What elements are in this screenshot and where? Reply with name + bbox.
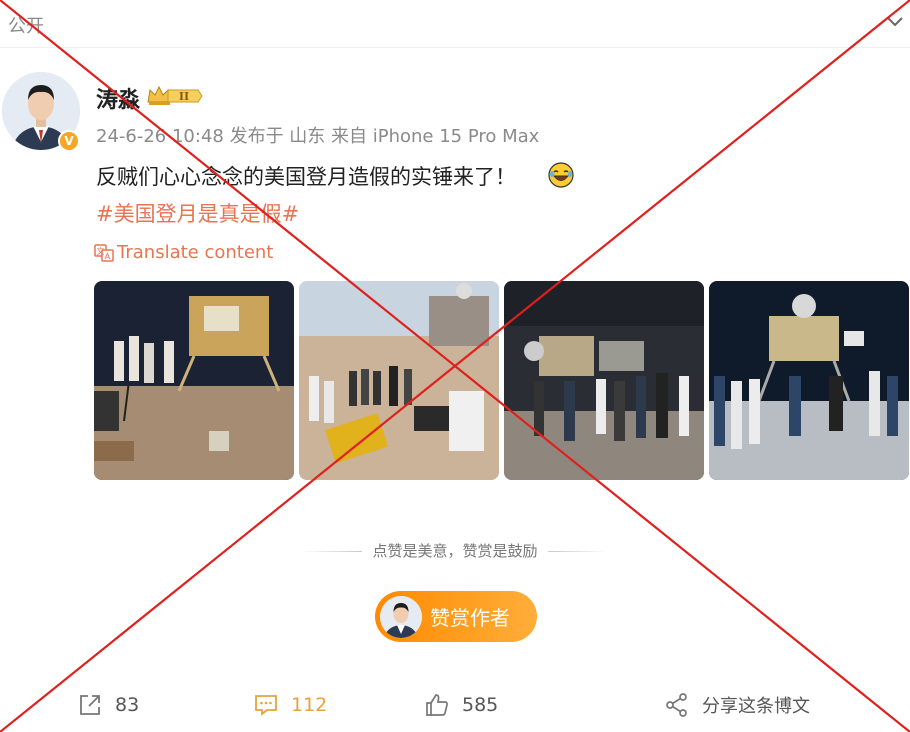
post-photo-2[interactable]: [299, 281, 499, 480]
repost-icon: [80, 695, 100, 715]
reward-hint-text: 点赞是美意，赞赏是鼓励: [372, 542, 538, 560]
divider-right: [547, 551, 610, 552]
post-meta: 24-6-26 10:48 发布于 山东 来自 iPhone 15 Pro Ma…: [96, 126, 540, 147]
divider-left: [300, 551, 363, 552]
comment-icon: [255, 695, 277, 716]
visibility-label: 公开: [8, 16, 44, 37]
hashtag-link[interactable]: #美国登月是真是假#: [96, 198, 299, 228]
visibility-bar: 公开: [0, 0, 910, 48]
translate-button[interactable]: 文 A Translate content: [94, 242, 273, 263]
verified-badge: V: [58, 130, 80, 152]
reward-author-button[interactable]: 赞赏作者: [375, 591, 537, 642]
comment-button[interactable]: 112: [253, 690, 327, 720]
like-button[interactable]: 585: [424, 690, 498, 720]
level-badge-text: II: [179, 90, 189, 103]
share-label: 分享这条博文: [702, 696, 810, 717]
like-count: 585: [462, 694, 499, 716]
author-name[interactable]: 涛淼: [96, 82, 140, 114]
share-icon: [666, 693, 687, 717]
reward-hint: 点赞是美意，赞赏是鼓励: [0, 540, 910, 561]
share-button[interactable]: 分享这条博文: [664, 690, 810, 720]
post-photo-3[interactable]: [504, 281, 704, 480]
post-photo-1[interactable]: [94, 281, 294, 480]
thumbs-up-icon: [426, 694, 448, 716]
translate-icon: 文 A: [94, 243, 114, 262]
reward-button-label: 赞赏作者: [430, 606, 510, 630]
translate-label: Translate content: [117, 242, 274, 263]
repost-count: 83: [115, 694, 140, 716]
crown-level-icon: II: [147, 85, 203, 105]
post-text: 反贼们心心念念的美国登月造假的实锤来了！: [96, 165, 516, 189]
comment-count: 112: [291, 694, 328, 716]
svg-text:A: A: [105, 252, 111, 261]
repost-button[interactable]: 83: [77, 690, 139, 720]
reward-avatar: [380, 595, 422, 638]
chevron-down-icon[interactable]: [884, 10, 906, 32]
post-photo-4[interactable]: [709, 281, 909, 480]
svg-text:文: 文: [97, 246, 105, 256]
laughing-tears-emoji-icon: [548, 162, 574, 188]
